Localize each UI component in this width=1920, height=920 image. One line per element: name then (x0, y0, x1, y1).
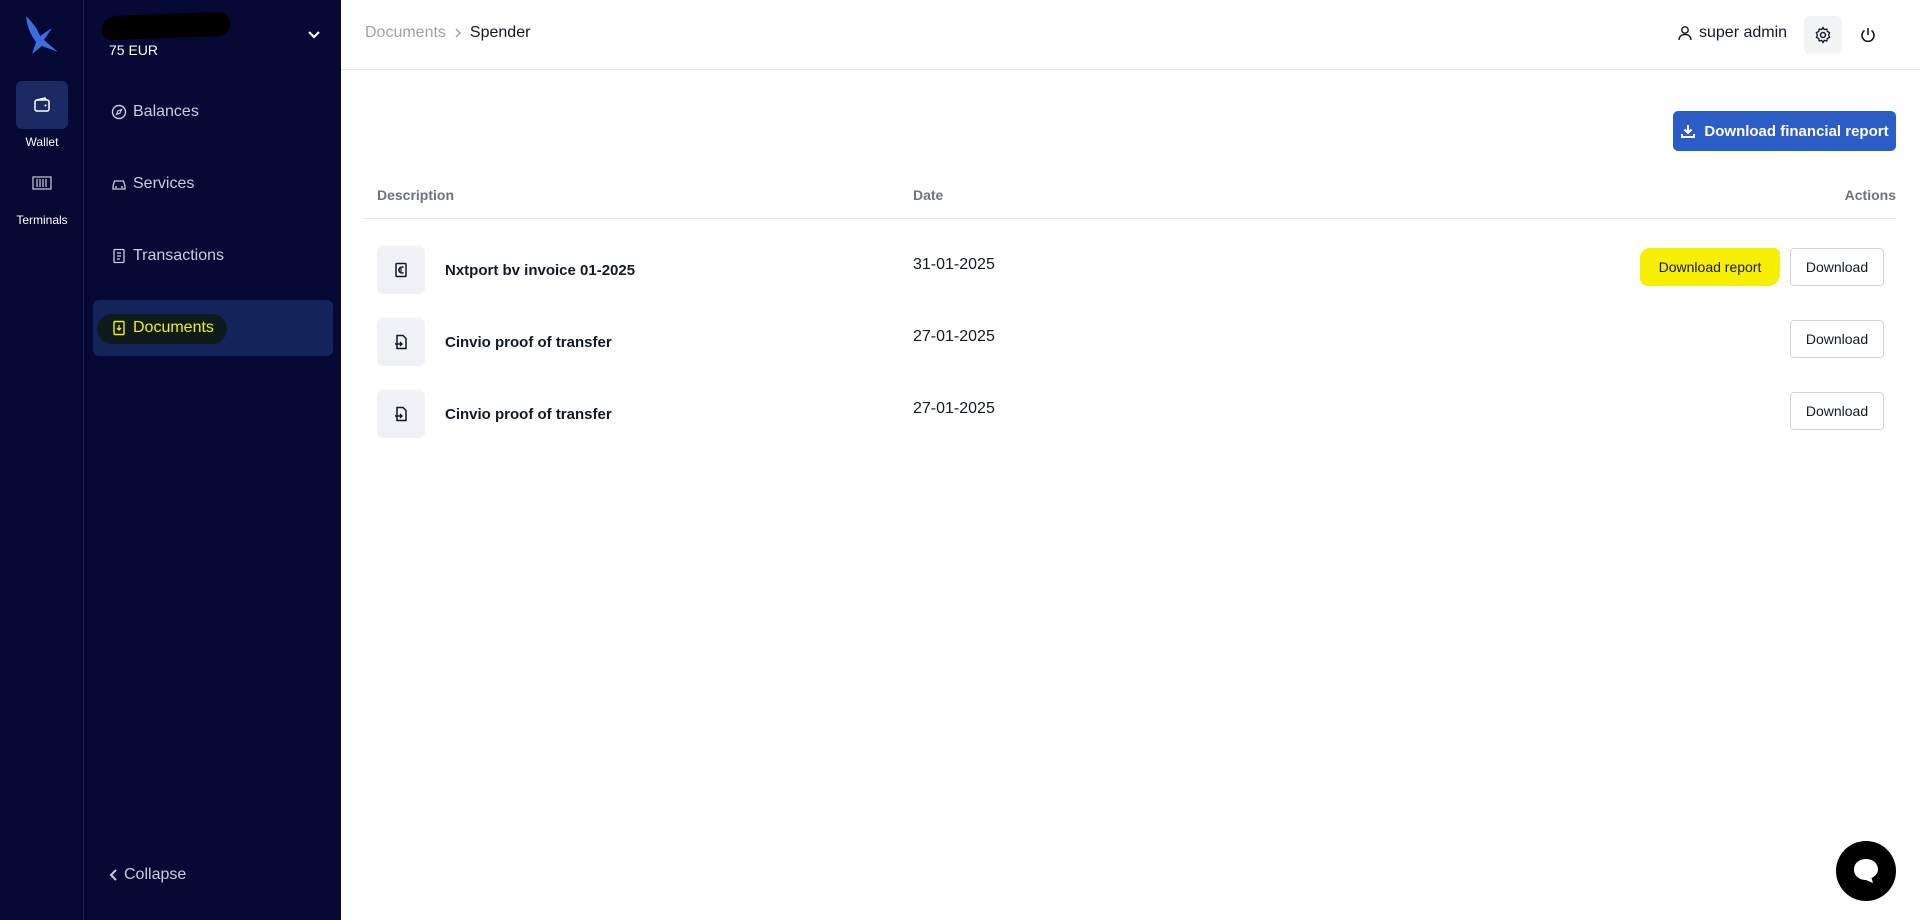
logout-button[interactable] (1849, 16, 1887, 54)
sidebar-item-transactions[interactable]: Transactions (93, 228, 333, 284)
row-icon-tile (377, 246, 425, 294)
row-description: Cinvio proof of transfer (445, 406, 612, 423)
sidebar-item-services[interactable]: Services (93, 156, 333, 212)
table-row: Cinvio proof of transfer 27-01-2025 Down… (363, 318, 1896, 390)
sidebar-item-label: Balances (133, 103, 199, 120)
sidebar-item-label: Transactions (133, 247, 224, 264)
redacted-account-name (101, 11, 231, 41)
download-report-button[interactable]: Download report (1640, 248, 1780, 286)
receipt-icon (113, 248, 125, 264)
file-transfer-icon (395, 334, 407, 350)
chevron-left-icon (109, 869, 117, 881)
download-button[interactable]: Download (1790, 392, 1884, 430)
chevron-down-icon (308, 31, 320, 39)
breadcrumb-link-documents[interactable]: Documents (365, 24, 446, 42)
rail-item-label: Terminals (16, 213, 68, 227)
settings-button[interactable] (1804, 16, 1842, 54)
row-description: Nxtport bv invoice 01-2025 (445, 262, 636, 279)
download-financial-report-button[interactable]: Download financial report (1673, 111, 1896, 151)
rail-item-wallet[interactable]: Wallet (0, 81, 84, 149)
sidebar-item-documents[interactable]: Documents (93, 300, 333, 356)
compass-icon (111, 104, 127, 120)
column-header-date: Date (913, 187, 944, 203)
chat-bubble-icon (1854, 859, 1878, 883)
row-date: 27-01-2025 (913, 400, 995, 417)
sidebar-item-label: Documents (133, 319, 214, 336)
download-icon (1681, 125, 1696, 138)
download-button[interactable]: Download (1790, 320, 1884, 358)
document-icon (113, 320, 125, 336)
row-icon-tile (377, 318, 425, 366)
column-header-actions: Actions (1844, 187, 1896, 203)
rail-item-label: Wallet (25, 135, 59, 149)
row-description: Cinvio proof of transfer (445, 334, 612, 351)
collapse-button[interactable]: Collapse (108, 866, 186, 884)
gear-icon (1815, 26, 1831, 44)
file-transfer-icon (395, 406, 407, 422)
wallet-icon (34, 97, 50, 112)
user-menu[interactable]: super admin (1677, 24, 1787, 42)
account-balance: 75 EUR (109, 42, 159, 58)
rail-item-terminals[interactable]: Terminals (0, 159, 84, 227)
column-header-description: Description (377, 187, 455, 203)
account-switcher[interactable]: 75 EUR (84, 0, 341, 70)
sidebar-item-label: Services (133, 175, 195, 192)
button-label: Download financial report (1704, 122, 1889, 140)
table-row: Cinvio proof of transfer 27-01-2025 Down… (363, 390, 1896, 462)
top-header: Documents Spender super admin (341, 0, 1920, 70)
terminal-icon (32, 176, 52, 190)
chevron-right-icon (455, 28, 461, 38)
bird-logo-icon[interactable] (22, 14, 62, 58)
euro-document-icon (395, 262, 407, 278)
user-icon (1678, 26, 1692, 41)
table-row: Nxtport bv invoice 01-2025 31-01-2025 Do… (363, 246, 1896, 318)
download-button[interactable]: Download (1790, 248, 1884, 286)
row-date: 31-01-2025 (913, 256, 995, 273)
breadcrumb-current: Spender (469, 24, 531, 41)
breadcrumb: Documents Spender (365, 24, 530, 42)
user-name: super admin (1699, 24, 1788, 41)
sidebar-item-balances[interactable]: Balances (93, 84, 333, 140)
row-date: 27-01-2025 (913, 328, 995, 345)
collapse-label: Collapse (124, 866, 187, 883)
icon-rail: Wallet Terminals (0, 0, 84, 920)
chat-launcher-button[interactable] (1836, 841, 1896, 901)
sidebar: 75 EUR Balances Services Transactions Do… (84, 0, 341, 920)
row-icon-tile (377, 390, 425, 438)
car-icon (112, 180, 126, 190)
table-header: Description Date Actions (363, 185, 1896, 219)
power-icon (1861, 28, 1875, 43)
